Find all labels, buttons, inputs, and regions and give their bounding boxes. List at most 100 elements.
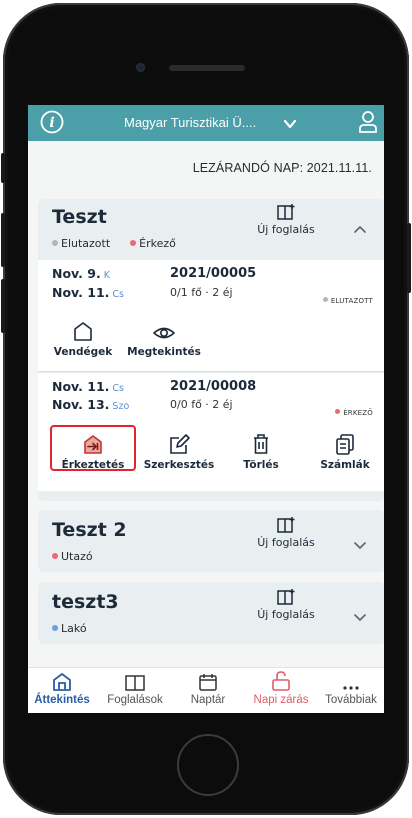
- departure-date-value: Nov. 11.: [52, 285, 110, 300]
- departure-date-value: Nov. 13.: [52, 397, 110, 412]
- side-button: [407, 223, 411, 293]
- status-badge: ELUTAZOTT: [322, 297, 373, 305]
- lock-icon: [246, 668, 316, 692]
- booking-item[interactable]: Nov. 9. K Nov. 11. Cs 2021/00005 0/1 fő · …: [38, 260, 384, 372]
- arrival-date: Nov. 9. K: [52, 266, 110, 281]
- legend-label: Lakó: [61, 622, 87, 635]
- accommodation-card: Teszt Elutazott Érkező Új foglalás Nov. 9…: [38, 199, 384, 501]
- legend-dot: [52, 625, 58, 631]
- app-screen: i Magyar Turisztikai Ü.... LEZÁRANDÓ NAP…: [28, 105, 384, 713]
- chevron-down-icon[interactable]: [353, 536, 367, 555]
- booking-number: 2021/00005: [170, 266, 257, 281]
- chevron-down-icon[interactable]: [353, 608, 367, 627]
- legend-dot: [52, 240, 58, 246]
- nav-label: Áttekintés: [34, 694, 90, 706]
- legend-dot: [52, 553, 58, 559]
- accommodation-card[interactable]: Teszt 2 Utazó Új foglalás: [38, 510, 384, 572]
- user-icon[interactable]: [358, 110, 378, 138]
- action-label: Vendégek: [53, 346, 113, 358]
- action-label: Megtekintés: [127, 346, 201, 358]
- home-icon: [28, 668, 98, 692]
- status-legend: Lakó: [52, 622, 87, 635]
- nav-overview[interactable]: Áttekintés: [28, 668, 98, 706]
- calendar-icon: [178, 668, 238, 692]
- arrival-date-value: Nov. 11.: [52, 379, 110, 394]
- booking-item[interactable]: Nov. 11. Cs Nov. 13. Szo 2021/00008 0/0 fő…: [38, 373, 384, 491]
- more-icon: [318, 668, 384, 692]
- book-icon: [100, 668, 170, 692]
- new-booking-button[interactable]: Új foglalás: [246, 588, 326, 621]
- top-bar: i Magyar Turisztikai Ü....: [28, 105, 384, 141]
- book-plus-icon: [246, 588, 326, 608]
- arrival-date: Nov. 11. Cs: [52, 379, 124, 394]
- delete-button[interactable]: Törlés: [226, 429, 296, 471]
- legend-label: Elutazott: [61, 237, 111, 250]
- status-badge: ÉRKEZŐ: [335, 409, 373, 417]
- accommodation-card[interactable]: teszt3 Lakó Új foglalás: [38, 582, 384, 644]
- front-camera: [136, 63, 145, 72]
- booking-number: 2021/00008: [170, 379, 257, 394]
- edit-icon: [138, 429, 220, 455]
- booking-guests: 0/0 fő · 2 éj: [170, 398, 233, 411]
- invoices-icon: [310, 429, 380, 455]
- chevron-down-icon[interactable]: [283, 116, 297, 135]
- house-icon: [48, 316, 118, 342]
- closing-day-label: LEZÁRANDÓ NAP: 2021.11.11.: [192, 161, 372, 175]
- departure-day: Szo: [112, 401, 130, 412]
- nav-bookings[interactable]: Foglalások: [100, 668, 170, 706]
- new-booking-label: Új foglalás: [257, 608, 315, 621]
- action-label: Érkeztetés: [61, 459, 125, 471]
- status-dot: [322, 297, 328, 302]
- nav-label: Naptár: [190, 694, 226, 706]
- home-button[interactable]: [177, 734, 239, 796]
- book-plus-icon: [246, 516, 326, 536]
- legend-dot: [130, 240, 137, 246]
- new-booking-button[interactable]: Új foglalás: [246, 203, 326, 236]
- checkin-button[interactable]: Érkeztetés: [50, 429, 136, 471]
- nav-more[interactable]: Továbbiak: [318, 668, 384, 706]
- edit-button[interactable]: Szerkesztés: [138, 429, 220, 471]
- view-button[interactable]: Megtekintés: [122, 316, 206, 358]
- info-circle-icon[interactable]: i: [40, 110, 64, 138]
- trash-icon: [226, 429, 296, 455]
- arrival-day: Cs: [112, 383, 125, 394]
- card-title: teszt3: [52, 591, 119, 613]
- nav-calendar[interactable]: Naptár: [178, 668, 238, 706]
- action-label: Törlés: [243, 459, 279, 471]
- new-booking-button[interactable]: Új foglalás: [246, 516, 326, 549]
- side-button: [1, 153, 5, 183]
- status-text: ÉRKEZŐ: [343, 409, 373, 417]
- departure-date: Nov. 11. Cs: [52, 285, 124, 300]
- chevron-up-icon[interactable]: [353, 219, 367, 238]
- booking-guests: 0/1 fő · 2 éj: [170, 286, 233, 299]
- speaker-grille: [169, 65, 245, 71]
- nav-label: Továbbiak: [325, 694, 377, 706]
- card-title: Teszt 2: [52, 519, 127, 541]
- legend-label: Utazó: [61, 550, 93, 563]
- status-dot: [335, 409, 341, 414]
- status-legend: Elutazott Érkező: [52, 237, 176, 250]
- legend-label: Érkező: [139, 237, 176, 250]
- side-button: [1, 213, 5, 267]
- status-legend: Utazó: [52, 550, 93, 563]
- action-label: Számlák: [320, 459, 370, 471]
- status-text: ELUTAZOTT: [330, 297, 373, 305]
- arrival-date-value: Nov. 9.: [52, 266, 101, 281]
- nav-label: Foglalások: [107, 694, 163, 706]
- book-plus-icon: [246, 203, 326, 223]
- guests-button[interactable]: Vendégek: [48, 316, 118, 358]
- nav-label: Napi zárás: [253, 694, 309, 706]
- action-label: Szerkesztés: [143, 459, 215, 471]
- new-booking-label: Új foglalás: [257, 536, 315, 549]
- bottom-navigation: Áttekintés Foglalások Naptár Napi zárás …: [28, 667, 384, 713]
- property-selector[interactable]: Magyar Turisztikai Ü....: [124, 115, 256, 130]
- side-button: [1, 279, 5, 333]
- departure-date: Nov. 13. Szo: [52, 397, 129, 412]
- checkin-house-icon: [50, 429, 136, 455]
- invoices-button[interactable]: Számlák: [310, 429, 380, 471]
- card-title: Teszt: [52, 206, 107, 228]
- nav-daily-close[interactable]: Napi zárás: [246, 668, 316, 706]
- new-booking-label: Új foglalás: [257, 223, 315, 236]
- arrival-day: K: [103, 270, 110, 281]
- departure-day: Cs: [112, 289, 125, 300]
